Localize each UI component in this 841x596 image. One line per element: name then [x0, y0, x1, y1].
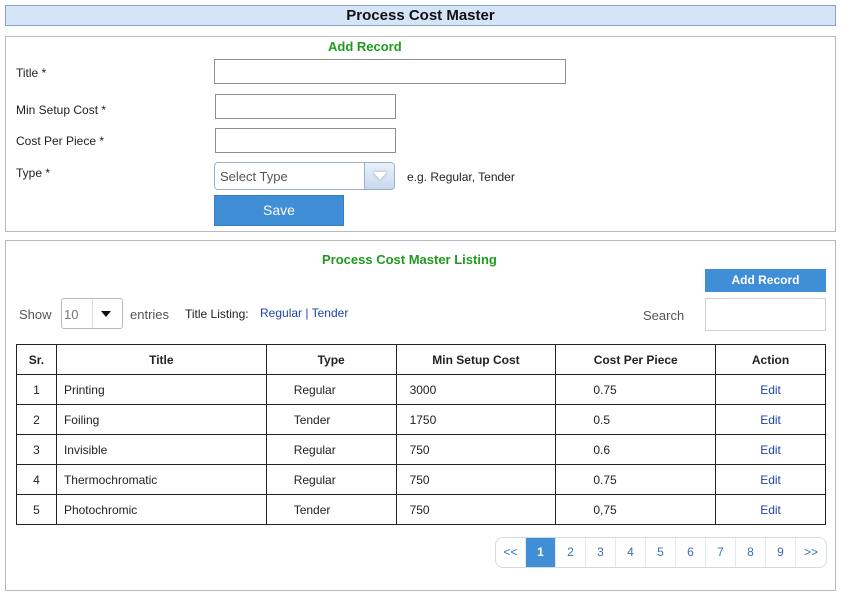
cell-title: Printing — [55, 374, 267, 405]
filter-tender-link[interactable]: Tender — [312, 306, 349, 320]
column-header-title: Title — [55, 344, 267, 375]
cell-action: Edit — [715, 374, 826, 405]
cell-action: Edit — [715, 434, 826, 465]
entries-length-value: 10 — [64, 307, 79, 322]
cell-cost-per-piece: 0,75 — [555, 494, 717, 525]
pagination-page-9[interactable]: 9 — [766, 538, 796, 567]
entries-length-divider — [92, 299, 93, 328]
cell-type: Regular — [265, 374, 397, 405]
edit-link[interactable]: Edit — [760, 413, 781, 427]
cell-cost-per-piece: 0.75 — [555, 374, 717, 405]
cell-title: Thermochromatic — [55, 464, 267, 495]
edit-link[interactable]: Edit — [760, 443, 781, 457]
column-header-action: Action — [715, 344, 826, 375]
listing-panel: Process Cost Master Listing Add Record S… — [5, 240, 836, 591]
title-listing-filters: Regular | Tender — [260, 306, 348, 320]
cell-min-setup-cost: 750 — [395, 494, 557, 525]
cell-min-setup-cost: 750 — [395, 464, 557, 495]
add-record-heading: Add Record — [328, 39, 402, 54]
cell-type: Tender — [265, 494, 397, 525]
pagination: << 1 2 3 4 5 6 7 8 9 >> — [495, 537, 827, 568]
entries-label: entries — [130, 307, 170, 322]
save-button[interactable]: Save — [214, 195, 344, 226]
pagination-page-3[interactable]: 3 — [586, 538, 616, 567]
add-record-panel: Add Record Title * Min Setup Cost * Cost… — [5, 36, 836, 232]
title-input[interactable] — [214, 59, 566, 84]
cost-per-piece-input[interactable] — [215, 128, 396, 153]
min-setup-cost-input[interactable] — [215, 94, 396, 119]
edit-link[interactable]: Edit — [760, 473, 781, 487]
pagination-page-5[interactable]: 5 — [646, 538, 676, 567]
cell-min-setup-cost: 1750 — [395, 404, 557, 435]
table-row: 1 Printing Regular 3000 0.75 Edit — [16, 374, 826, 405]
cell-action: Edit — [715, 464, 826, 495]
pagination-page-6[interactable]: 6 — [676, 538, 706, 567]
cell-cost-per-piece: 0.6 — [555, 434, 717, 465]
table-row: 5 Photochromic Tender 750 0,75 Edit — [16, 494, 826, 525]
type-select[interactable]: Select Type — [214, 162, 395, 190]
title-label: Title * — [16, 66, 47, 80]
column-header-min-setup-cost: Min Setup Cost — [395, 344, 557, 375]
type-select-toggle[interactable] — [364, 163, 394, 189]
table-row: 4 Thermochromatic Regular 750 0.75 Edit — [16, 464, 826, 495]
process-cost-table: Sr. Title Type Min Setup Cost Cost Per P… — [16, 344, 826, 525]
filter-separator: | — [305, 306, 309, 320]
edit-link[interactable]: Edit — [760, 503, 781, 517]
search-input[interactable] — [705, 298, 826, 331]
column-header-cost-per-piece: Cost Per Piece — [555, 344, 717, 375]
type-select-value: Select Type — [220, 169, 288, 184]
table-row: 3 Invisible Regular 750 0.6 Edit — [16, 434, 826, 465]
column-header-type: Type — [265, 344, 397, 375]
show-label: Show — [19, 307, 52, 322]
table-row: 2 Foiling Tender 1750 0.5 Edit — [16, 404, 826, 435]
cell-sr: 4 — [16, 464, 57, 495]
filter-regular-link[interactable]: Regular — [260, 306, 302, 320]
cell-min-setup-cost: 750 — [395, 434, 557, 465]
cell-title: Foiling — [55, 404, 267, 435]
cost-per-piece-label: Cost Per Piece * — [16, 134, 105, 148]
add-record-button[interactable]: Add Record — [705, 269, 826, 292]
cell-min-setup-cost: 3000 — [395, 374, 557, 405]
search-label: Search — [643, 308, 685, 323]
cell-title: Invisible — [55, 434, 267, 465]
pagination-page-2[interactable]: 2 — [556, 538, 586, 567]
pagination-page-8[interactable]: 8 — [736, 538, 766, 567]
table-header-row: Sr. Title Type Min Setup Cost Cost Per P… — [16, 344, 826, 375]
chevron-down-icon — [373, 172, 387, 180]
title-listing-label: Title Listing: — [185, 307, 249, 321]
cell-type: Tender — [265, 404, 397, 435]
cell-sr: 2 — [16, 404, 57, 435]
cell-sr: 1 — [16, 374, 57, 405]
min-setup-cost-label: Min Setup Cost * — [16, 103, 107, 117]
cell-sr: 5 — [16, 494, 57, 525]
page-title: Process Cost Master — [5, 5, 836, 26]
caret-down-icon — [101, 311, 111, 317]
cell-action: Edit — [715, 494, 826, 525]
pagination-prev[interactable]: << — [496, 538, 526, 567]
edit-link[interactable]: Edit — [760, 383, 781, 397]
pagination-page-1[interactable]: 1 — [526, 538, 556, 567]
pagination-next[interactable]: >> — [796, 538, 826, 567]
pagination-page-7[interactable]: 7 — [706, 538, 736, 567]
cell-type: Regular — [265, 464, 397, 495]
cell-action: Edit — [715, 404, 826, 435]
column-header-sr: Sr. — [16, 344, 57, 375]
type-hint: e.g. Regular, Tender — [407, 170, 515, 184]
pagination-page-4[interactable]: 4 — [616, 538, 646, 567]
cell-sr: 3 — [16, 434, 57, 465]
cell-type: Regular — [265, 434, 397, 465]
cell-title: Photochromic — [55, 494, 267, 525]
entries-length-select[interactable]: 10 — [61, 298, 123, 329]
cell-cost-per-piece: 0.75 — [555, 464, 717, 495]
cell-cost-per-piece: 0.5 — [555, 404, 717, 435]
listing-heading: Process Cost Master Listing — [322, 252, 497, 267]
type-label: Type * — [16, 166, 51, 180]
